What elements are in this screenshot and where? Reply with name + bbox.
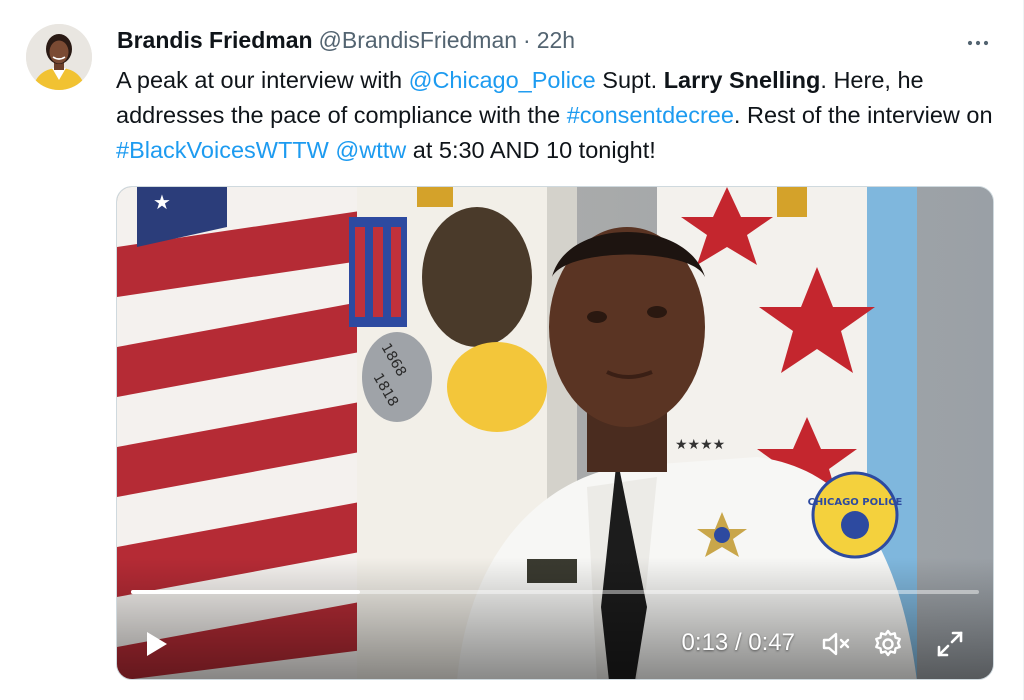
hashtag-consentdecree[interactable]: #consentdecree bbox=[567, 102, 734, 128]
duration: 0:47 bbox=[748, 629, 795, 656]
volume-muted-icon bbox=[822, 632, 850, 656]
video-player[interactable]: ★ 1868 1818 bbox=[116, 186, 994, 680]
tweet-text: A peak at our interview with @Chicago_Po… bbox=[116, 63, 996, 168]
video-time-readout: 0:13 / 0:47 bbox=[682, 629, 795, 657]
tweet-header: Brandis Friedman @BrandisFriedman · 22h bbox=[117, 27, 575, 54]
tweet-text-segment: . Rest of the interview on bbox=[733, 102, 993, 128]
author-name[interactable]: Brandis Friedman bbox=[117, 27, 313, 54]
current-time: 0:13 bbox=[681, 629, 729, 656]
tweet-text-segment: A peak at our interview with bbox=[116, 67, 409, 93]
mute-button[interactable] bbox=[819, 627, 853, 661]
time-separator: / bbox=[734, 629, 742, 656]
more-horizontal-icon bbox=[967, 40, 989, 46]
hashtag-blackvoiceswttw[interactable]: #BlackVoicesWTTW bbox=[116, 137, 329, 163]
video-controls: 0:13 / 0:47 bbox=[117, 609, 993, 679]
tweet-text-segment: Supt. bbox=[595, 67, 664, 93]
author-handle[interactable]: @BrandisFriedman bbox=[319, 27, 517, 54]
fullscreen-icon bbox=[937, 631, 963, 657]
video-progress-fill bbox=[131, 590, 360, 594]
tweet-card[interactable]: Brandis Friedman @BrandisFriedman · 22h … bbox=[0, 0, 1024, 700]
bold-name: Larry Snelling bbox=[663, 67, 821, 93]
fullscreen-button[interactable] bbox=[933, 627, 967, 661]
settings-button[interactable] bbox=[871, 627, 905, 661]
mention-chicago-police[interactable]: @Chicago_Police bbox=[409, 67, 596, 93]
more-options-button[interactable] bbox=[963, 28, 993, 58]
tweet-timestamp[interactable]: 22h bbox=[537, 27, 575, 54]
avatar[interactable] bbox=[26, 24, 92, 90]
header-separator: · bbox=[523, 27, 531, 53]
mention-wttw[interactable]: @wttw bbox=[335, 137, 406, 163]
video-progress-bar[interactable] bbox=[131, 590, 979, 594]
video-frame: ★ 1868 1818 bbox=[117, 187, 993, 679]
play-button[interactable] bbox=[139, 627, 173, 661]
gear-icon bbox=[875, 629, 901, 657]
tweet-text-segment: at 5:30 AND 10 tonight! bbox=[406, 137, 656, 163]
play-icon bbox=[147, 632, 167, 656]
